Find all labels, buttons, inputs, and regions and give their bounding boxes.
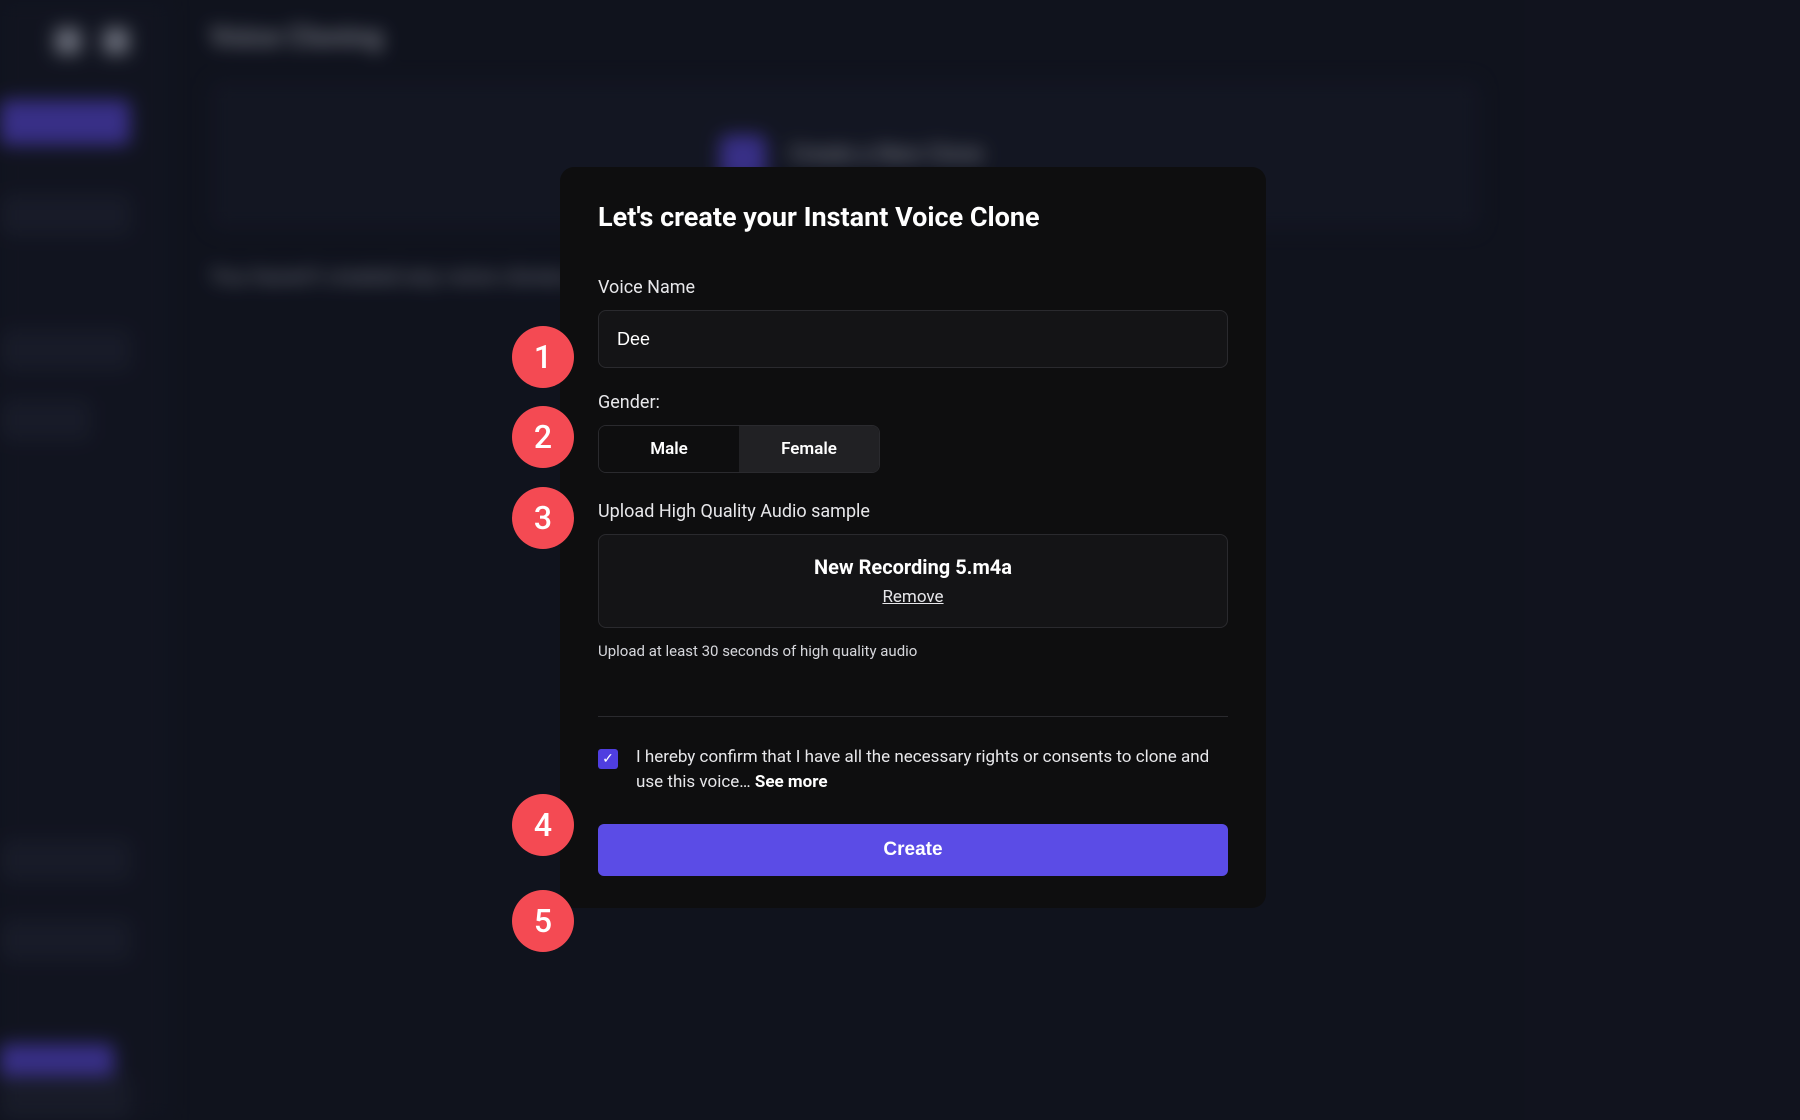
create-button[interactable]: Create [598,824,1228,876]
gender-option-male[interactable]: Male [599,426,739,472]
gender-option-female[interactable]: Female [739,426,879,472]
uploaded-file-name: New Recording 5.m4a [609,555,1217,579]
voice-name-label: Voice Name [598,277,1228,298]
consent-checkbox[interactable]: ✓ [598,749,618,769]
modal-title: Let's create your Instant Voice Clone [598,201,1228,233]
divider [598,716,1228,717]
gender-label: Gender: [598,392,1228,413]
consent-row: ✓ I hereby confirm that I have all the n… [598,745,1228,794]
gender-segmented-control: Male Female [598,425,880,473]
consent-text: I hereby confirm that I have all the nec… [636,745,1228,794]
audio-upload-box[interactable]: New Recording 5.m4a Remove [598,534,1228,628]
annotation-badge-5: 5 [512,890,574,952]
annotation-badge-4: 4 [512,794,574,856]
check-icon: ✓ [602,751,614,767]
remove-file-link[interactable]: Remove [882,587,943,607]
upload-hint: Upload at least 30 seconds of high quali… [598,642,1228,660]
voice-name-input[interactable] [598,310,1228,368]
create-voice-clone-modal: Let's create your Instant Voice Clone Vo… [560,167,1266,908]
upload-label: Upload High Quality Audio sample [598,501,1228,522]
annotation-badge-2: 2 [512,406,574,468]
annotation-badge-1: 1 [512,326,574,388]
annotation-badge-3: 3 [512,487,574,549]
see-more-link[interactable]: See more [755,772,828,792]
consent-body: I hereby confirm that I have all the nec… [636,747,1209,792]
